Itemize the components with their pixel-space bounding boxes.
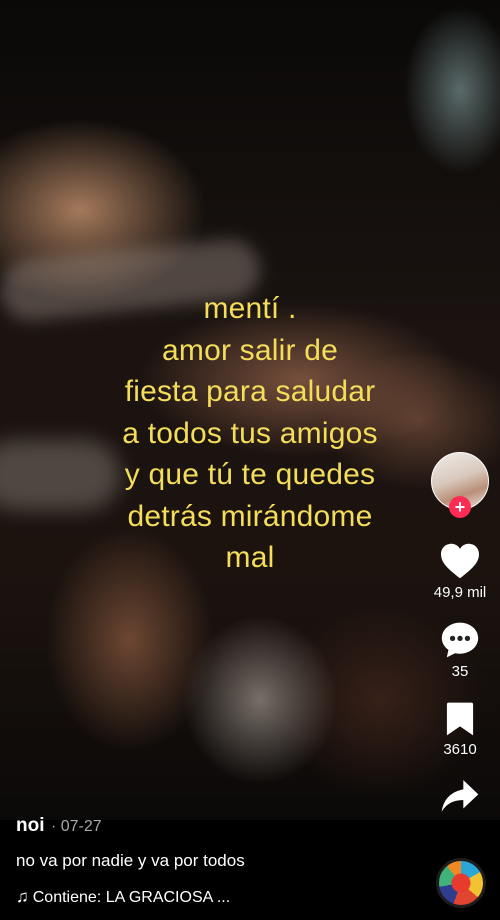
save-count: 3610 xyxy=(443,741,477,758)
caption-line: y que tú te quedes xyxy=(124,458,376,491)
author-line[interactable]: noi · 07-27 xyxy=(16,815,102,837)
share-icon[interactable] xyxy=(440,778,480,814)
music-disc-icon[interactable] xyxy=(436,858,486,908)
like-button[interactable]: 49,9 mil xyxy=(420,542,500,601)
video-description[interactable]: no va por nadie y va por todos xyxy=(16,851,245,871)
caption-line: amor salir de xyxy=(162,333,338,367)
music-link[interactable]: ♫ Contiene: LA GRACIOSA ... xyxy=(16,887,230,907)
follow-plus-icon[interactable]: + xyxy=(449,496,471,518)
creator-avatar-button[interactable]: + xyxy=(431,452,489,518)
comment-button[interactable]: 35 xyxy=(420,621,500,680)
video-screen[interactable]: mentí . amor salir de fiesta para saluda… xyxy=(0,0,500,920)
caption-line: detrás mirándome xyxy=(127,499,373,533)
bookmark-icon[interactable] xyxy=(445,701,475,737)
caption-line: fiesta para saludar xyxy=(124,375,376,408)
caption-line: mentí . xyxy=(203,292,297,325)
save-button[interactable]: 3610 xyxy=(420,701,500,758)
post-date: · 07-27 xyxy=(50,818,102,835)
author-name[interactable]: noi xyxy=(16,815,45,836)
heart-icon[interactable] xyxy=(439,542,481,580)
caption-line: mal xyxy=(225,541,275,574)
like-count: 49,9 mil xyxy=(433,584,487,601)
video-caption: mentí . amor salir de fiesta para saluda… xyxy=(70,288,430,579)
caption-line: a todos tus amigos xyxy=(122,416,378,450)
comment-count: 35 xyxy=(451,663,469,680)
music-label: Contiene: LA GRACIOSA ... xyxy=(32,889,231,906)
comment-icon[interactable] xyxy=(440,621,480,659)
music-note-icon: ♫ xyxy=(16,887,29,906)
